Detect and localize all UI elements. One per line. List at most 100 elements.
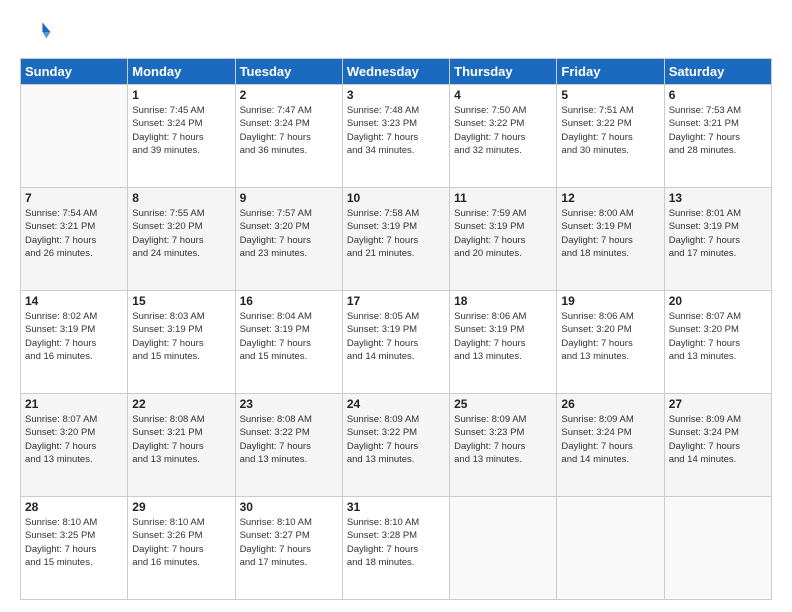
day-number: 26 [561, 397, 659, 411]
calendar-cell: 26 Sunrise: 8:09 AM Sunset: 3:24 PM Dayli… [557, 394, 664, 497]
day-number: 21 [25, 397, 123, 411]
day-info: Sunrise: 7:50 AM Sunset: 3:22 PM Dayligh… [454, 104, 552, 157]
weekday-header: Monday [128, 59, 235, 85]
day-info: Sunrise: 7:55 AM Sunset: 3:20 PM Dayligh… [132, 207, 230, 260]
day-number: 20 [669, 294, 767, 308]
day-info: Sunrise: 8:09 AM Sunset: 3:22 PM Dayligh… [347, 413, 445, 466]
calendar-cell: 21 Sunrise: 8:07 AM Sunset: 3:20 PM Dayli… [21, 394, 128, 497]
day-number: 11 [454, 191, 552, 205]
day-info: Sunrise: 8:07 AM Sunset: 3:20 PM Dayligh… [25, 413, 123, 466]
day-info: Sunrise: 7:53 AM Sunset: 3:21 PM Dayligh… [669, 104, 767, 157]
calendar-cell: 25 Sunrise: 8:09 AM Sunset: 3:23 PM Dayli… [450, 394, 557, 497]
day-number: 27 [669, 397, 767, 411]
day-info: Sunrise: 8:05 AM Sunset: 3:19 PM Dayligh… [347, 310, 445, 363]
day-number: 9 [240, 191, 338, 205]
weekday-header: Tuesday [235, 59, 342, 85]
day-number: 30 [240, 500, 338, 514]
day-number: 3 [347, 88, 445, 102]
day-info: Sunrise: 8:07 AM Sunset: 3:20 PM Dayligh… [669, 310, 767, 363]
day-number: 28 [25, 500, 123, 514]
day-number: 1 [132, 88, 230, 102]
calendar-cell: 29Sunrise: 8:10 AM Sunset: 3:26 PM Dayli… [128, 497, 235, 600]
day-info: Sunrise: 8:02 AM Sunset: 3:19 PM Dayligh… [25, 310, 123, 363]
calendar-week-row: 28 Sunrise: 8:10 AM Sunset: 3:25 PM Dayli… [21, 497, 772, 600]
day-info: Sunrise: 8:10 AM Sunset: 3:27 PM Dayligh… [240, 516, 338, 569]
calendar-cell: 7 Sunrise: 7:54 AM Sunset: 3:21 PM Daylig… [21, 188, 128, 291]
calendar-cell: 20 Sunrise: 8:07 AM Sunset: 3:20 PM Dayli… [664, 291, 771, 394]
day-info: Sunrise: 7:47 AM Sunset: 3:24 PM Dayligh… [240, 104, 338, 157]
day-number: 7 [25, 191, 123, 205]
calendar-cell: 18 Sunrise: 8:06 AM Sunset: 3:19 PM Dayli… [450, 291, 557, 394]
logo [20, 16, 56, 48]
calendar-cell: 24Sunrise: 8:09 AM Sunset: 3:22 PM Dayli… [342, 394, 449, 497]
calendar-cell: 31 Sunrise: 8:10 AM Sunset: 3:28 PM Dayli… [342, 497, 449, 600]
calendar-cell: 13 Sunrise: 8:01 AM Sunset: 3:19 PM Dayli… [664, 188, 771, 291]
calendar-cell: 3 Sunrise: 7:48 AM Sunset: 3:23 PM Daylig… [342, 85, 449, 188]
calendar-cell: 4Sunrise: 7:50 AM Sunset: 3:22 PM Daylig… [450, 85, 557, 188]
calendar-cell [21, 85, 128, 188]
day-info: Sunrise: 7:54 AM Sunset: 3:21 PM Dayligh… [25, 207, 123, 260]
day-number: 18 [454, 294, 552, 308]
day-info: Sunrise: 8:00 AM Sunset: 3:19 PM Dayligh… [561, 207, 659, 260]
day-info: Sunrise: 8:06 AM Sunset: 3:19 PM Dayligh… [454, 310, 552, 363]
day-number: 19 [561, 294, 659, 308]
day-info: Sunrise: 8:10 AM Sunset: 3:25 PM Dayligh… [25, 516, 123, 569]
weekday-header: Sunday [21, 59, 128, 85]
day-number: 10 [347, 191, 445, 205]
day-info: Sunrise: 7:48 AM Sunset: 3:23 PM Dayligh… [347, 104, 445, 157]
day-number: 23 [240, 397, 338, 411]
day-info: Sunrise: 8:09 AM Sunset: 3:24 PM Dayligh… [669, 413, 767, 466]
calendar-cell: 22 Sunrise: 8:08 AM Sunset: 3:21 PM Dayli… [128, 394, 235, 497]
day-number: 25 [454, 397, 552, 411]
day-info: Sunrise: 8:10 AM Sunset: 3:28 PM Dayligh… [347, 516, 445, 569]
day-number: 13 [669, 191, 767, 205]
day-info: Sunrise: 8:06 AM Sunset: 3:20 PM Dayligh… [561, 310, 659, 363]
day-info: Sunrise: 7:58 AM Sunset: 3:19 PM Dayligh… [347, 207, 445, 260]
day-number: 5 [561, 88, 659, 102]
calendar-week-row: 7 Sunrise: 7:54 AM Sunset: 3:21 PM Daylig… [21, 188, 772, 291]
calendar-header-row: SundayMondayTuesdayWednesdayThursdayFrid… [21, 59, 772, 85]
calendar-cell: 28 Sunrise: 8:10 AM Sunset: 3:25 PM Dayli… [21, 497, 128, 600]
day-number: 22 [132, 397, 230, 411]
page-header [20, 16, 772, 48]
logo-icon [20, 16, 52, 48]
calendar-cell: 6 Sunrise: 7:53 AM Sunset: 3:21 PM Daylig… [664, 85, 771, 188]
weekday-header: Friday [557, 59, 664, 85]
calendar-cell: 5 Sunrise: 7:51 AM Sunset: 3:22 PM Daylig… [557, 85, 664, 188]
calendar-cell: 30 Sunrise: 8:10 AM Sunset: 3:27 PM Dayli… [235, 497, 342, 600]
calendar-cell: 16 Sunrise: 8:04 AM Sunset: 3:19 PM Dayli… [235, 291, 342, 394]
day-number: 17 [347, 294, 445, 308]
calendar-week-row: 1Sunrise: 7:45 AM Sunset: 3:24 PM Daylig… [21, 85, 772, 188]
calendar-cell: 9 Sunrise: 7:57 AM Sunset: 3:20 PM Daylig… [235, 188, 342, 291]
day-info: Sunrise: 8:08 AM Sunset: 3:21 PM Dayligh… [132, 413, 230, 466]
calendar-cell: 8 Sunrise: 7:55 AM Sunset: 3:20 PM Daylig… [128, 188, 235, 291]
day-info: Sunrise: 7:57 AM Sunset: 3:20 PM Dayligh… [240, 207, 338, 260]
calendar-cell: 27 Sunrise: 8:09 AM Sunset: 3:24 PM Dayli… [664, 394, 771, 497]
day-info: Sunrise: 8:04 AM Sunset: 3:19 PM Dayligh… [240, 310, 338, 363]
calendar-cell: 17 Sunrise: 8:05 AM Sunset: 3:19 PM Dayli… [342, 291, 449, 394]
day-info: Sunrise: 7:51 AM Sunset: 3:22 PM Dayligh… [561, 104, 659, 157]
day-info: Sunrise: 8:01 AM Sunset: 3:19 PM Dayligh… [669, 207, 767, 260]
day-number: 8 [132, 191, 230, 205]
day-info: Sunrise: 8:10 AM Sunset: 3:26 PM Dayligh… [132, 516, 230, 569]
day-number: 6 [669, 88, 767, 102]
day-number: 31 [347, 500, 445, 514]
calendar-cell: 1Sunrise: 7:45 AM Sunset: 3:24 PM Daylig… [128, 85, 235, 188]
calendar-cell: 2 Sunrise: 7:47 AM Sunset: 3:24 PM Daylig… [235, 85, 342, 188]
calendar-cell: 12Sunrise: 8:00 AM Sunset: 3:19 PM Dayli… [557, 188, 664, 291]
calendar-cell: 11Sunrise: 7:59 AM Sunset: 3:19 PM Dayli… [450, 188, 557, 291]
day-info: Sunrise: 8:09 AM Sunset: 3:24 PM Dayligh… [561, 413, 659, 466]
calendar-cell [664, 497, 771, 600]
weekday-header: Wednesday [342, 59, 449, 85]
calendar-cell: 10 Sunrise: 7:58 AM Sunset: 3:19 PM Dayli… [342, 188, 449, 291]
day-number: 2 [240, 88, 338, 102]
weekday-header: Saturday [664, 59, 771, 85]
day-number: 16 [240, 294, 338, 308]
day-info: Sunrise: 8:03 AM Sunset: 3:19 PM Dayligh… [132, 310, 230, 363]
day-info: Sunrise: 8:08 AM Sunset: 3:22 PM Dayligh… [240, 413, 338, 466]
day-number: 14 [25, 294, 123, 308]
day-info: Sunrise: 8:09 AM Sunset: 3:23 PM Dayligh… [454, 413, 552, 466]
weekday-header: Thursday [450, 59, 557, 85]
calendar-cell: 19 Sunrise: 8:06 AM Sunset: 3:20 PM Dayli… [557, 291, 664, 394]
calendar-cell: 23 Sunrise: 8:08 AM Sunset: 3:22 PM Dayli… [235, 394, 342, 497]
